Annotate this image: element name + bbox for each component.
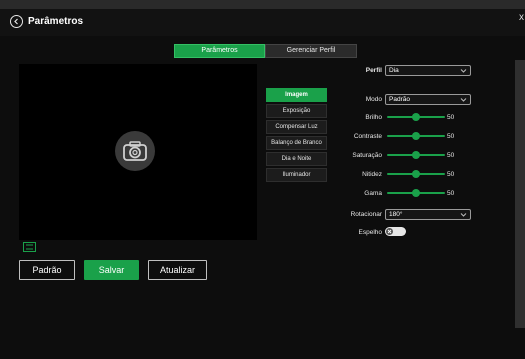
slider-knob[interactable] xyxy=(412,189,420,197)
rotate-select[interactable]: 180° xyxy=(385,209,471,220)
profile-label: Perfil xyxy=(365,67,382,74)
contrast-slider[interactable] xyxy=(387,132,445,140)
slider-knob[interactable] xyxy=(412,151,420,159)
menu-item-compensar-luz[interactable]: Compensar Luz xyxy=(266,120,327,134)
tab-parametros[interactable]: Parâmetros xyxy=(174,44,265,58)
gamma-slider[interactable] xyxy=(387,189,445,197)
menu-item-dia-e-noite[interactable]: Dia e Noite xyxy=(266,152,327,166)
tab-bar: Parâmetros Gerenciar Perfil xyxy=(174,44,357,58)
slider-knob[interactable] xyxy=(412,132,420,140)
rotate-label: Rotacionar xyxy=(350,211,382,218)
profile-select-value: Dia xyxy=(389,67,399,74)
chevron-down-icon xyxy=(460,98,467,102)
menu-item-balanco-de-branco[interactable]: Balanço de Branco xyxy=(266,136,327,150)
mode-select-value: Padrão xyxy=(389,96,410,103)
sharpness-slider[interactable] xyxy=(387,170,445,178)
toggle-knob xyxy=(386,228,393,235)
sharpness-value: 50 xyxy=(447,171,455,178)
tab-gerenciar-perfil[interactable]: Gerenciar Perfil xyxy=(265,44,357,58)
circle-chevron-left-icon xyxy=(14,18,18,25)
gamma-value: 50 xyxy=(447,190,455,197)
mode-label: Modo xyxy=(365,96,382,103)
slider-knob[interactable] xyxy=(412,170,420,178)
gamma-label: Gama xyxy=(364,190,382,197)
saturation-value: 50 xyxy=(447,152,455,159)
camera-placeholder xyxy=(115,131,155,171)
sharpness-label: Nitidez xyxy=(362,171,382,178)
contrast-value: 50 xyxy=(447,133,455,140)
brightness-value: 50 xyxy=(447,114,455,121)
fit-window-icon[interactable] xyxy=(23,242,36,252)
top-strip xyxy=(0,0,525,9)
back-button[interactable] xyxy=(10,15,23,28)
menu-item-exposicao[interactable]: Exposição xyxy=(266,104,327,118)
saturation-label: Saturação xyxy=(352,152,382,159)
settings-menu: Imagem Exposição Compensar Luz Balanço d… xyxy=(266,88,327,184)
chevron-down-icon xyxy=(460,213,467,217)
contrast-label: Contraste xyxy=(353,133,382,140)
menu-item-imagem[interactable]: Imagem xyxy=(266,88,327,102)
mirror-label: Espelho xyxy=(358,229,383,236)
refresh-button[interactable]: Atualizar xyxy=(148,260,207,280)
chevron-down-icon xyxy=(460,69,467,73)
close-icon xyxy=(387,229,392,234)
camera-icon xyxy=(123,141,147,161)
slider-knob[interactable] xyxy=(412,113,420,121)
rotate-select-value: 180° xyxy=(389,211,403,218)
scrollbar[interactable] xyxy=(515,60,525,328)
close-icon[interactable]: x xyxy=(519,12,524,24)
saturation-slider[interactable] xyxy=(387,151,445,159)
mirror-toggle[interactable] xyxy=(385,227,406,236)
menu-item-iluminador[interactable]: Iluminador xyxy=(266,168,327,182)
brightness-label: Brilho xyxy=(365,114,382,121)
profile-select[interactable]: Dia xyxy=(385,65,471,76)
video-preview xyxy=(19,64,257,240)
save-button[interactable]: Salvar xyxy=(84,260,139,280)
mode-select[interactable]: Padrão xyxy=(385,94,471,105)
default-button[interactable]: Padrão xyxy=(19,260,75,280)
brightness-slider[interactable] xyxy=(387,113,445,121)
page-title: Parâmetros xyxy=(28,16,84,27)
